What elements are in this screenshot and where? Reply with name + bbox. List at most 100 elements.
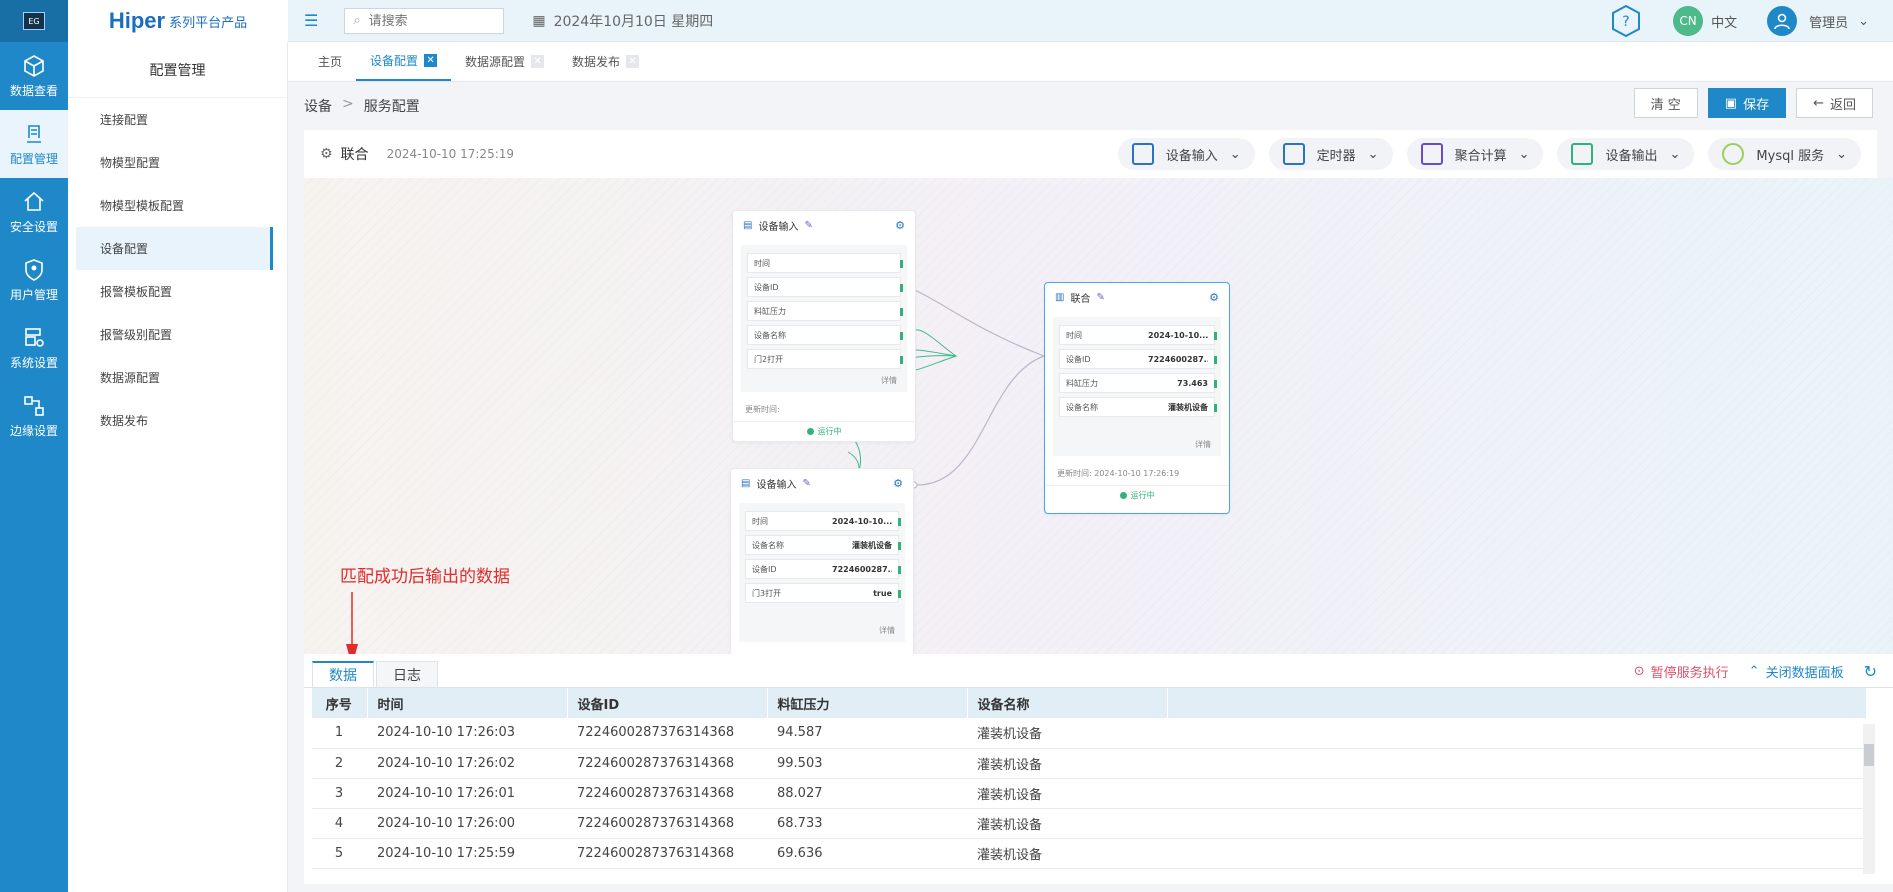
- gear-icon[interactable]: ⚙: [320, 146, 333, 162]
- refresh-icon[interactable]: ↻: [1864, 662, 1877, 681]
- back-button[interactable]: ← 返回: [1796, 88, 1873, 118]
- cell-empty: [1167, 808, 1867, 839]
- sidebar-item-data-publish[interactable]: 数据发布: [68, 399, 287, 442]
- tool-timer[interactable]: 定时器 ⌄: [1268, 138, 1393, 170]
- close-icon[interactable]: ✕: [531, 54, 545, 68]
- rail-item-security[interactable]: 安全设置: [0, 178, 68, 246]
- close-panel-button[interactable]: ⌃ 关闭数据面板: [1749, 662, 1844, 681]
- field-label: 时间: [754, 258, 770, 268]
- field-row[interactable]: 设备ID 7224600287...: [1059, 349, 1217, 369]
- field-row[interactable]: 设备ID 7224600287...: [745, 559, 901, 579]
- edit-icon[interactable]: ✎: [1096, 292, 1104, 303]
- rail-item-config[interactable]: 配置管理: [0, 110, 68, 178]
- field-row[interactable]: 时间 2024-10-10...: [1059, 325, 1217, 345]
- header-right: ? CN 中文 管理员 ⌄: [1609, 0, 1869, 42]
- tool-aggregate[interactable]: 聚合计算 ⌄: [1406, 138, 1544, 170]
- table-row[interactable]: 1 2024-10-10 17:26:03 7224600287376314368 9…: [312, 718, 1867, 749]
- output-port[interactable]: [1214, 380, 1217, 388]
- sidebar-item-connection[interactable]: 连接配置: [68, 98, 287, 141]
- scrollbar-thumb[interactable]: [1864, 744, 1874, 766]
- help-icon[interactable]: ?: [1609, 4, 1643, 38]
- table-row[interactable]: 3 2024-10-10 17:26:01 7224600287376314368 8…: [312, 778, 1867, 809]
- node-fields: 时间 设备ID 料缸压力 设备名称 门2打开 详情: [741, 245, 907, 392]
- output-port[interactable]: [1214, 356, 1217, 364]
- language-switch[interactable]: CN 中文: [1673, 6, 1737, 36]
- breadcrumb-root[interactable]: 设备: [304, 96, 332, 116]
- detail-link[interactable]: 详情: [743, 623, 901, 638]
- system-gear-icon: [25, 327, 44, 347]
- tool-mysql[interactable]: Mysql 服务 ⌄: [1708, 138, 1861, 170]
- edit-icon[interactable]: ✎: [802, 478, 810, 489]
- device-input-node-1[interactable]: ▤ 设备输入 ✎ ⚙ 时间 设备ID 料缸压力 设备名称 门2打开 详情 更新时…: [732, 210, 916, 442]
- search-input[interactable]: [366, 12, 487, 29]
- detail-link[interactable]: 详情: [1057, 437, 1217, 452]
- output-port[interactable]: [900, 332, 903, 340]
- table-scrollbar[interactable]: [1863, 724, 1875, 874]
- column-header: 序号: [312, 688, 368, 718]
- field-value: 7224600287...: [832, 564, 892, 574]
- search-box[interactable]: ⌕: [344, 7, 505, 34]
- rail-item-system[interactable]: 系统设置: [0, 314, 68, 382]
- flow-canvas[interactable]: ▤ 设备输入 ✎ ⚙ 时间 设备ID 料缸压力 设备名称 门2打开 详情 更新时…: [304, 178, 1893, 654]
- close-icon[interactable]: ✕: [424, 53, 438, 67]
- tab-data-publish[interactable]: 数据发布 ✕: [558, 41, 653, 81]
- output-port[interactable]: [1214, 404, 1217, 412]
- field-row[interactable]: 设备名称 灌装机设备: [1059, 397, 1217, 417]
- field-row[interactable]: 设备名称 灌装机设备: [745, 535, 901, 555]
- field-row[interactable]: 设备ID: [747, 277, 903, 297]
- table-row[interactable]: 4 2024-10-10 17:26:00 7224600287376314368 6…: [312, 808, 1867, 839]
- stop-circle-icon: ⊙: [1633, 664, 1645, 679]
- pause-service-button[interactable]: ⊙ 暂停服务执行: [1634, 662, 1729, 681]
- gear-icon[interactable]: ⚙: [893, 477, 903, 490]
- tab-home[interactable]: 主页: [304, 41, 356, 81]
- save-button[interactable]: ▣ 保存: [1707, 88, 1787, 118]
- output-port[interactable]: [900, 356, 903, 364]
- field-row[interactable]: 门3打开 true: [745, 583, 901, 603]
- cell: 69.636: [767, 838, 967, 869]
- output-port[interactable]: [1214, 332, 1217, 340]
- sidebar-item-alarm-level[interactable]: 报警级别配置: [68, 313, 287, 356]
- output-port[interactable]: [900, 260, 903, 268]
- gear-icon[interactable]: ⚙: [1209, 291, 1219, 304]
- tab-data[interactable]: 数据: [312, 661, 374, 687]
- output-port[interactable]: [900, 284, 903, 292]
- join-node[interactable]: ▥ 联合 ✎ ⚙ 时间 2024-10-10... 设备ID 7224600287.…: [1044, 282, 1230, 514]
- rail-item-users[interactable]: 用户管理: [0, 246, 68, 314]
- field-row[interactable]: 料缸压力 73.463: [1059, 373, 1217, 393]
- edit-icon[interactable]: ✎: [804, 220, 812, 231]
- field-row[interactable]: 设备名称: [747, 325, 903, 345]
- tool-label: Mysql 服务: [1756, 148, 1825, 164]
- output-port[interactable]: [900, 308, 903, 316]
- rail-item-data-view[interactable]: 数据查看: [0, 42, 68, 110]
- cell: 94.587: [767, 718, 967, 749]
- table-row[interactable]: 5 2024-10-10 17:25:59 7224600287376314368 6…: [312, 838, 1867, 869]
- device-input-node-2[interactable]: ▤ 设备输入 ✎ ⚙ 时间 2024-10-10... 设备名称 灌装机设备 设备I…: [730, 468, 914, 654]
- tab-log[interactable]: 日志: [376, 661, 438, 687]
- field-row[interactable]: 时间: [747, 253, 903, 273]
- table-row[interactable]: 2 2024-10-10 17:26:02 7224600287376314368 9…: [312, 748, 1867, 779]
- sidebar-item-device-config[interactable]: 设备配置: [76, 227, 273, 270]
- close-icon[interactable]: ✕: [626, 54, 640, 68]
- gear-icon[interactable]: ⚙: [895, 219, 905, 232]
- output-port[interactable]: [898, 518, 901, 526]
- user-menu[interactable]: 管理员 ⌄: [1767, 6, 1869, 36]
- menu-toggle-icon[interactable]: ☰: [304, 11, 318, 30]
- detail-link[interactable]: 详情: [745, 373, 903, 388]
- sidebar-item-thing-model[interactable]: 物模型配置: [68, 141, 287, 184]
- output-port[interactable]: [898, 542, 901, 550]
- sidebar-item-thing-model-template[interactable]: 物模型模板配置: [68, 184, 287, 227]
- field-row[interactable]: 门2打开: [747, 349, 903, 369]
- tab-datasource-config[interactable]: 数据源配置 ✕: [451, 41, 558, 81]
- tool-device-output[interactable]: 设备输出 ⌄: [1557, 138, 1695, 170]
- field-row[interactable]: 料缸压力: [747, 301, 903, 321]
- clear-button[interactable]: 清 空: [1633, 88, 1698, 118]
- tab-device-config[interactable]: 设备配置 ✕: [356, 41, 452, 81]
- output-port[interactable]: [898, 566, 901, 574]
- tool-device-input[interactable]: 设备输入 ⌄: [1117, 138, 1255, 170]
- field-row[interactable]: 时间 2024-10-10...: [745, 511, 901, 531]
- status-badge: 运行中: [733, 421, 915, 441]
- sidebar-item-alarm-template[interactable]: 报警模板配置: [68, 270, 287, 313]
- output-port[interactable]: [898, 590, 901, 598]
- sidebar-item-datasource[interactable]: 数据源配置: [68, 356, 287, 399]
- rail-item-edge[interactable]: 边缘设置: [0, 382, 68, 450]
